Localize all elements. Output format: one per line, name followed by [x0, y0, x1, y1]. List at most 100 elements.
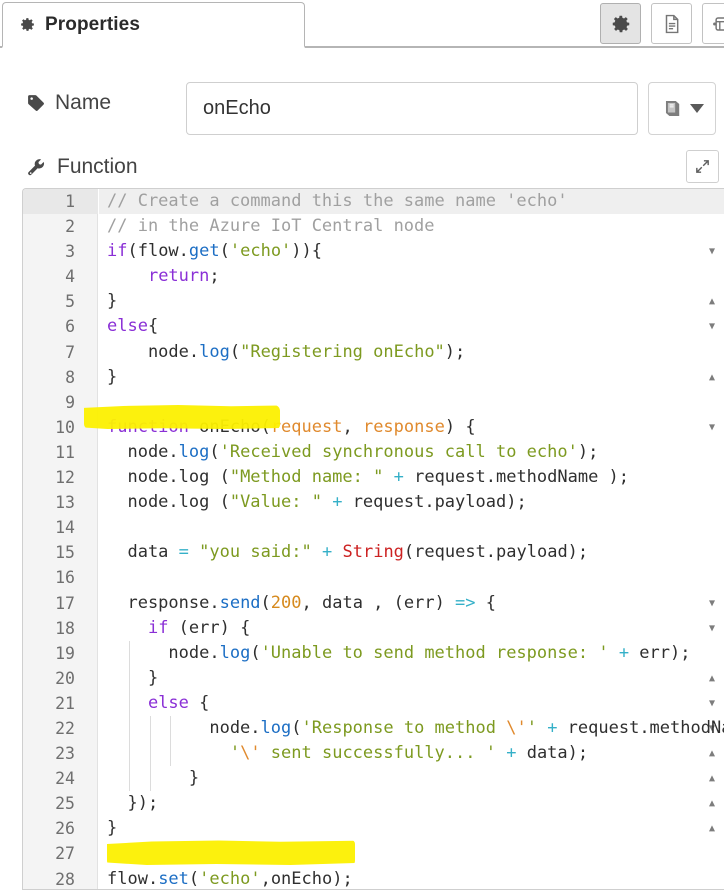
code-line[interactable]: 20 ▲ } — [23, 665, 724, 691]
gear-icon — [21, 18, 34, 31]
code-token: String — [342, 542, 404, 563]
code-token: , — [342, 416, 363, 437]
code-line[interactable]: 6 ▼ else{ — [23, 314, 724, 339]
indent-guide — [129, 741, 131, 767]
code-line[interactable]: 19 node.log('Unable to send method respo… — [23, 640, 724, 666]
name-label: Name — [26, 91, 111, 115]
code-token: node.log ( — [107, 492, 230, 513]
code-token: ( — [260, 592, 271, 613]
code-token: { — [147, 316, 159, 337]
function-code-editor[interactable]: 1 // Create a command this the same name … — [22, 188, 724, 890]
code-token: send — [219, 592, 261, 613]
code-line[interactable]: 28 flow.set('echo',onEcho); — [23, 867, 724, 889]
code-text: } — [99, 816, 724, 841]
code-line[interactable]: 17 ▼ response.send(200, data , (err) => { — [23, 591, 724, 616]
indent-guide — [129, 640, 131, 666]
code-token: } — [107, 366, 118, 387]
code-token: "you said:" — [199, 542, 312, 563]
code-token: log — [178, 441, 210, 462]
code-line[interactable]: 5 ▲} — [23, 289, 724, 314]
code-token: 'Unable to send method response: ' — [260, 642, 609, 663]
code-line[interactable]: 4 return; — [23, 264, 724, 289]
code-line[interactable]: 26 ▲} — [23, 816, 724, 841]
code-text: flow.set('echo',onEcho); — [99, 867, 724, 889]
code-text: node.log('Received synchronous call to e… — [99, 440, 724, 465]
line-number: 19 — [55, 643, 75, 663]
code-token: set — [158, 868, 189, 889]
line-number: 18 — [55, 618, 75, 638]
name-library-button[interactable] — [648, 82, 716, 135]
indent-guide — [129, 766, 131, 792]
code-token: + — [332, 492, 343, 513]
code-token: node. — [107, 441, 179, 462]
editor-code-area[interactable]: 1 // Create a command this the same name … — [23, 189, 724, 889]
code-line[interactable]: 14 — [23, 515, 724, 540]
code-text: data = "you said:" + String(request.payl… — [99, 540, 724, 565]
code-text: if(flow.get('echo')){ — [99, 239, 724, 264]
code-token: request.methodName ); — [403, 467, 630, 488]
code-token: node. — [107, 341, 200, 362]
code-line[interactable]: 8 ▲} — [23, 365, 724, 390]
code-token: { — [188, 692, 210, 713]
tab-properties[interactable]: Properties — [2, 2, 305, 48]
description-toolbar-button[interactable] — [651, 3, 692, 44]
line-number: 27 — [55, 844, 75, 864]
code-token: 'Received synchronous call to echo' — [219, 441, 578, 462]
indent-guide — [149, 766, 151, 792]
code-text: if (err) { — [99, 616, 724, 641]
code-token: + — [322, 542, 333, 563]
code-token: 'Response to method — [301, 717, 507, 738]
code-line[interactable]: 23 ▲ '\' sent successfully... ' + data); — [23, 741, 724, 767]
line-number: 25 — [55, 794, 75, 814]
code-token: if — [147, 617, 169, 638]
code-token: { — [475, 592, 497, 613]
code-line[interactable]: 1 // Create a command this the same name … — [23, 189, 724, 215]
code-token: ); — [444, 341, 466, 362]
code-token: ' — [526, 717, 537, 738]
code-line[interactable]: 22 ▼ node.log('Response to method \'' + r… — [23, 715, 724, 742]
properties-toolbar-button[interactable] — [600, 3, 641, 44]
function-row: Function — [0, 150, 724, 192]
document-icon — [665, 14, 678, 33]
code-text: node.log("Registering onEcho"); — [99, 340, 724, 365]
code-line[interactable]: 18 ▼ if (err) { — [23, 616, 724, 641]
line-number: 28 — [55, 869, 75, 889]
code-token: // in the Azure IoT Central node — [107, 216, 435, 237]
indent-guide — [170, 741, 172, 767]
line-number: 11 — [55, 442, 75, 462]
code-line[interactable]: 15 data = "you said:" + String(request.p… — [23, 540, 724, 565]
code-token: data); — [516, 743, 589, 764]
code-text: } — [99, 289, 724, 314]
code-text: } — [99, 766, 724, 792]
code-line[interactable]: 11 node.log('Received synchronous call t… — [23, 440, 724, 465]
code-line[interactable]: 13 node.log ("Value: " + request.payload… — [23, 490, 724, 515]
highlight-function-onecho — [84, 405, 280, 429]
code-line[interactable]: 16 — [23, 565, 724, 590]
code-line[interactable]: 2 // in the Azure IoT Central node — [23, 214, 724, 239]
expand-editor-button[interactable] — [686, 150, 719, 183]
name-input[interactable]: onEcho — [186, 82, 638, 135]
code-text: // Create a command this the same name '… — [99, 189, 724, 215]
code-token: data — [107, 542, 179, 563]
code-text: node.log('Response to method \'' + reque… — [99, 715, 724, 742]
code-line[interactable]: 12 node.log ("Method name: " + request.m… — [23, 465, 724, 490]
code-line[interactable]: 3 ▼ if(flow.get('echo')){ — [23, 239, 724, 264]
code-token: + — [618, 642, 630, 663]
code-token: if — [107, 241, 128, 262]
code-token: response. — [107, 592, 220, 613]
code-token: ( — [229, 341, 241, 362]
code-line[interactable]: 7 node.log("Registering onEcho"); — [23, 340, 724, 365]
code-line[interactable]: 24 ▲ } — [23, 766, 724, 792]
code-text: node.log('Unable to send method response… — [99, 640, 724, 666]
code-line[interactable]: 25 ▲ }); — [23, 791, 724, 816]
code-line[interactable]: 21 ▼ else { — [23, 690, 724, 716]
code-token: err); — [629, 642, 691, 663]
code-token: } — [107, 768, 200, 789]
function-label: Function — [26, 155, 138, 179]
appearance-toolbar-button[interactable] — [702, 3, 724, 44]
